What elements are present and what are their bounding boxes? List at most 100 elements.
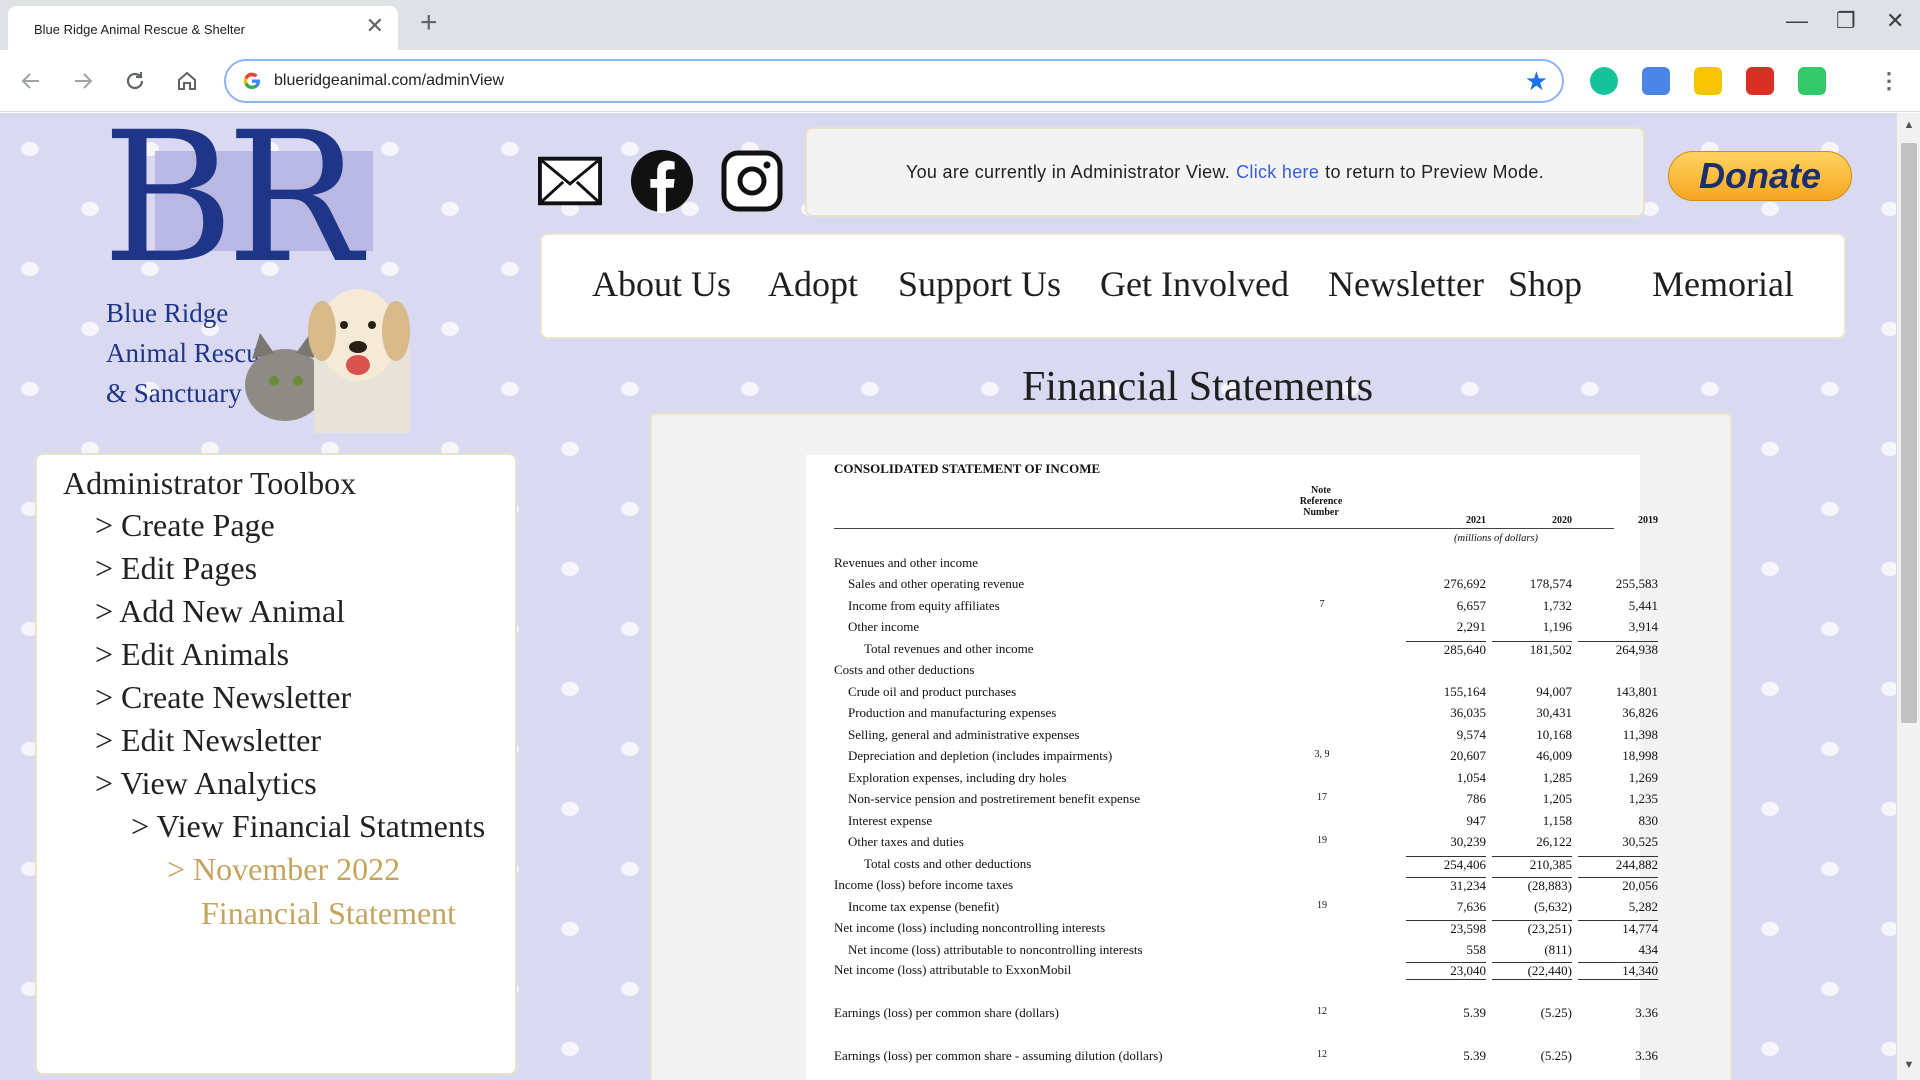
page-scrollbar[interactable]: ▲ ▼ [1896,113,1920,1080]
browser-tab[interactable]: Blue Ridge Animal Rescue & Shelter ✕ [8,6,398,50]
statement-row: Earnings (loss) per common share - assum… [806,1048,1658,1066]
toolbox-create-page[interactable]: > Create Page [95,507,275,544]
row-label: Earnings (loss) per common share - assum… [834,1048,1163,1063]
site-logo[interactable]: BR Blue Ridge Animal Rescue & Sanctuary [100,113,430,453]
toolbox-november-2022[interactable]: > November 2022 [167,851,400,888]
nav-support-us[interactable]: Support Us [898,263,1061,305]
translate-extension-icon[interactable] [1642,67,1670,95]
toolbox-heading: Administrator Toolbox [63,465,357,501]
row-value-2021: 947 [1466,813,1487,828]
nav-get-involved[interactable]: Get Involved [1100,263,1289,305]
statement-row: Exploration expenses, including dry hole… [806,770,1658,788]
row-value-2020: (28,883) [1492,877,1572,894]
close-window-icon[interactable]: ✕ [1886,10,1904,32]
nav-shop[interactable]: Shop [1508,263,1582,305]
row-value-2020: (5.25) [1540,1005,1572,1020]
row-value-2020: (811) [1544,942,1572,957]
nav-newsletter[interactable]: Newsletter [1328,263,1484,305]
row-value-2019: 3.36 [1635,1048,1658,1063]
scroll-up-icon[interactable]: ▲ [1901,117,1917,133]
statement-row: Non-service pension and postretirement b… [806,791,1658,809]
forward-icon[interactable] [66,64,100,98]
row-value-2019: 1,235 [1628,791,1658,806]
scroll-down-icon[interactable]: ▼ [1901,1057,1917,1073]
row-label: Income tax expense (benefit) [848,899,1000,914]
email-icon[interactable] [538,149,602,213]
row-note-ref: 12 [1317,1006,1327,1017]
toolbox-create-newsletter[interactable]: > Create Newsletter [95,679,351,716]
home-icon[interactable] [170,64,204,98]
statement-row: Other taxes and duties 19 30,239 26,122 30,5… [806,834,1658,852]
income-statement-document: CONSOLIDATED STATEMENT OF INCOME Note Re… [806,455,1658,1080]
row-value-2020: 1,285 [1542,770,1572,785]
toolbox-edit-newsletter[interactable]: > Edit Newsletter [95,722,321,759]
row-value-2019: 11,398 [1622,727,1658,742]
row-value-2019: 830 [1638,813,1659,828]
toolbox-edit-animals[interactable]: > Edit Animals [95,636,289,673]
row-label: Income (loss) before income taxes [834,877,1014,892]
grammarly-extension-icon[interactable] [1590,67,1618,95]
statement-row: Crude oil and product purchases 155,164 94… [806,684,1658,702]
toolbox-add-new-animal[interactable]: > Add New Animal [95,593,345,630]
statement-row: Costs and other deductions [806,662,1640,680]
statement-row: Total costs and other deductions 254,406 2… [806,856,1658,874]
nav-memorial[interactable]: Memorial [1652,263,1794,305]
game-extension-icon[interactable] [1694,67,1722,95]
row-value-2019: 255,583 [1615,576,1658,591]
minimize-icon[interactable]: — [1786,10,1808,32]
bookmark-star-icon[interactable]: ★ [1525,67,1548,95]
back-icon[interactable] [14,64,48,98]
scrollbar-thumb[interactable] [1901,143,1917,723]
toolbox-view-financial-statements[interactable]: > View Financial Statments [131,808,485,845]
donate-button[interactable]: Donate [1668,151,1852,201]
row-value-2020: 30,431 [1536,705,1572,720]
row-value-2021: 254,406 [1406,856,1486,873]
row-note-ref: 19 [1317,835,1327,846]
toolbox-financial-statement[interactable]: Financial Statement [201,895,456,932]
reload-icon[interactable] [118,64,152,98]
row-value-2019: 5,282 [1628,899,1658,914]
row-value-2020: 94,007 [1536,684,1572,699]
nav-adopt[interactable]: Adopt [768,263,858,305]
address-bar[interactable]: blueridgeanimal.com/adminView ★ [224,59,1564,103]
row-value-2020: 210,385 [1492,856,1572,873]
browser-menu-icon[interactable]: ⋮ [1878,64,1900,98]
row-value-2020: (23,251) [1492,920,1572,937]
row-note-ref: 12 [1317,1049,1327,1060]
row-value-2020: 181,502 [1492,641,1572,658]
new-tab-icon[interactable]: + [420,8,438,38]
row-value-2020: 1,196 [1542,619,1572,634]
nav-about-us[interactable]: About Us [592,263,731,305]
statement-row: Net income (loss) attributable to noncon… [806,942,1658,960]
logo-letters: BR [102,113,362,303]
row-label: Revenues and other income [834,555,979,570]
statement-row: Other income 2,291 1,196 3,914 [806,619,1658,637]
statement-row: Selling, general and administrative expe… [806,727,1658,745]
row-value-2019: 18,998 [1622,748,1658,763]
instagram-icon[interactable] [720,149,784,213]
toolbox-view-analytics[interactable]: > View Analytics [95,765,317,802]
statement-row: Net income (loss) including noncontrolli… [806,920,1658,938]
row-label: Total costs and other deductions [864,856,1032,871]
row-label: Other taxes and duties [848,834,964,849]
bookmark-extension-icon[interactable] [1746,67,1774,95]
row-value-2021: 1,054 [1456,770,1486,785]
note-header-line-3: Number [1303,507,1339,518]
toolbox-edit-pages[interactable]: > Edit Pages [95,550,257,587]
row-value-2021: 36,035 [1450,705,1486,720]
row-value-2019: 30,525 [1622,834,1658,849]
row-value-2021: 276,692 [1443,576,1486,591]
row-value-2021: 30,239 [1450,834,1486,849]
row-value-2020: (22,440) [1492,962,1572,980]
facebook-icon[interactable] [630,149,694,213]
row-label: Selling, general and administrative expe… [848,727,1080,742]
close-tab-icon[interactable]: ✕ [366,15,384,37]
statement-row: Sales and other operating revenue 276,692… [806,576,1658,594]
row-label: Earnings (loss) per common share (dollar… [834,1005,1059,1020]
row-value-2021: 23,040 [1406,962,1486,980]
return-to-preview-link[interactable]: Click here [1236,162,1319,183]
row-value-2019: 3.36 [1635,1005,1658,1020]
row-value-2019: 143,801 [1615,684,1658,699]
smile-extension-icon[interactable] [1798,67,1826,95]
restore-icon[interactable]: ❐ [1836,10,1856,32]
